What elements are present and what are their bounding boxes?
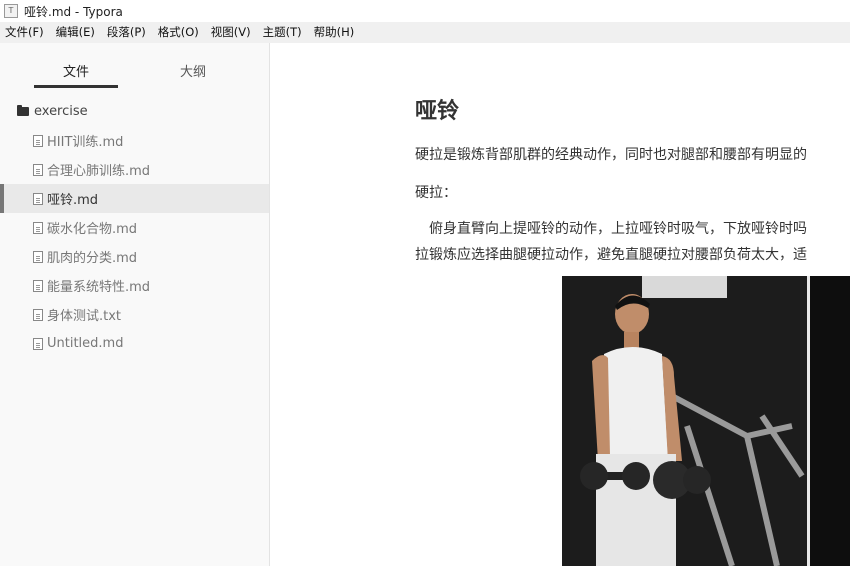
file-icon [33,308,43,321]
photo-svg [562,276,850,566]
file-icon [33,337,43,350]
file-icon [33,134,43,147]
menu-edit[interactable]: 编辑(E) [50,22,101,43]
file-icon [33,221,43,234]
file-item[interactable]: Untitled.md [0,329,269,358]
file-label: HIIT训练.md [47,135,124,150]
file-item[interactable]: HIIT训练.md [0,126,269,155]
file-item[interactable]: 肌肉的分类.md [0,242,269,271]
file-icon [33,279,43,292]
file-item[interactable]: 能量系统特性.md [0,271,269,300]
sidebar-tabs: 文件 大纲 [0,43,269,93]
doc-paragraph[interactable]: 硬拉： [415,182,457,202]
menu-theme[interactable]: 主题(T) [257,22,308,43]
folder-exercise[interactable]: exercise [0,97,269,126]
menu-view[interactable]: 视图(V) [205,22,257,43]
menu-help[interactable]: 帮助(H) [308,22,361,43]
window-title: 哑铃.md - Typora [24,4,123,19]
file-item[interactable]: 身体测试.txt [0,300,269,329]
typora-app-icon: T [4,4,18,18]
editor-pane[interactable]: 哑铃 硬拉是锻炼背部肌群的经典动作，同时也对腿部和腰部有明显的 硬拉： 俯身直臂… [270,43,850,566]
file-icon [33,192,43,205]
sidebar: 文件 大纲 exercise HIIT训练.md 合理心肺训练.md 哑铃.md… [0,43,270,566]
dumbbell-exercise-photo [562,276,850,566]
file-label: 碳水化合物.md [47,222,138,237]
tab-files[interactable]: 文件 [31,61,121,80]
menu-file[interactable]: 文件(F) [0,22,50,43]
folder-label: exercise [34,104,88,119]
file-label: 能量系统特性.md [47,280,151,295]
active-tab-underline [34,85,118,88]
file-label: 身体测试.txt [47,309,122,324]
folder-icon [17,105,29,116]
doc-paragraph[interactable]: 硬拉是锻炼背部肌群的经典动作，同时也对腿部和腰部有明显的 [415,144,807,164]
doc-heading[interactable]: 哑铃 [415,93,459,125]
tab-outline[interactable]: 大纲 [148,61,238,80]
file-icon [33,250,43,263]
file-tree: exercise HIIT训练.md 合理心肺训练.md 哑铃.md 碳水化合物… [0,97,269,358]
file-item[interactable]: 碳水化合物.md [0,213,269,242]
file-icon [33,163,43,176]
file-item[interactable]: 合理心肺训练.md [0,155,269,184]
file-label: 合理心肺训练.md [47,164,151,179]
file-label: 肌肉的分类.md [47,251,138,266]
file-label: Untitled.md [47,336,124,351]
file-label: 哑铃.md [47,193,99,208]
file-item-active[interactable]: 哑铃.md [0,184,269,213]
doc-paragraph[interactable]: 拉锻炼应选择曲腿硬拉动作，避免直腿硬拉对腰部负荷太大，适 [415,244,807,264]
doc-paragraph-line: 俯身直臂向上提哑铃的动作，上拉哑铃时吸气，下放哑铃时吗 [429,221,807,237]
menu-paragraph[interactable]: 段落(P) [101,22,152,43]
menu-bar: 文件(F) 编辑(E) 段落(P) 格式(O) 视图(V) 主题(T) 帮助(H… [0,22,850,43]
doc-paragraph[interactable]: 俯身直臂向上提哑铃的动作，上拉哑铃时吸气，下放哑铃时吗 [415,218,807,238]
menu-format[interactable]: 格式(O) [152,22,205,43]
title-bar: T 哑铃.md - Typora [0,0,850,22]
